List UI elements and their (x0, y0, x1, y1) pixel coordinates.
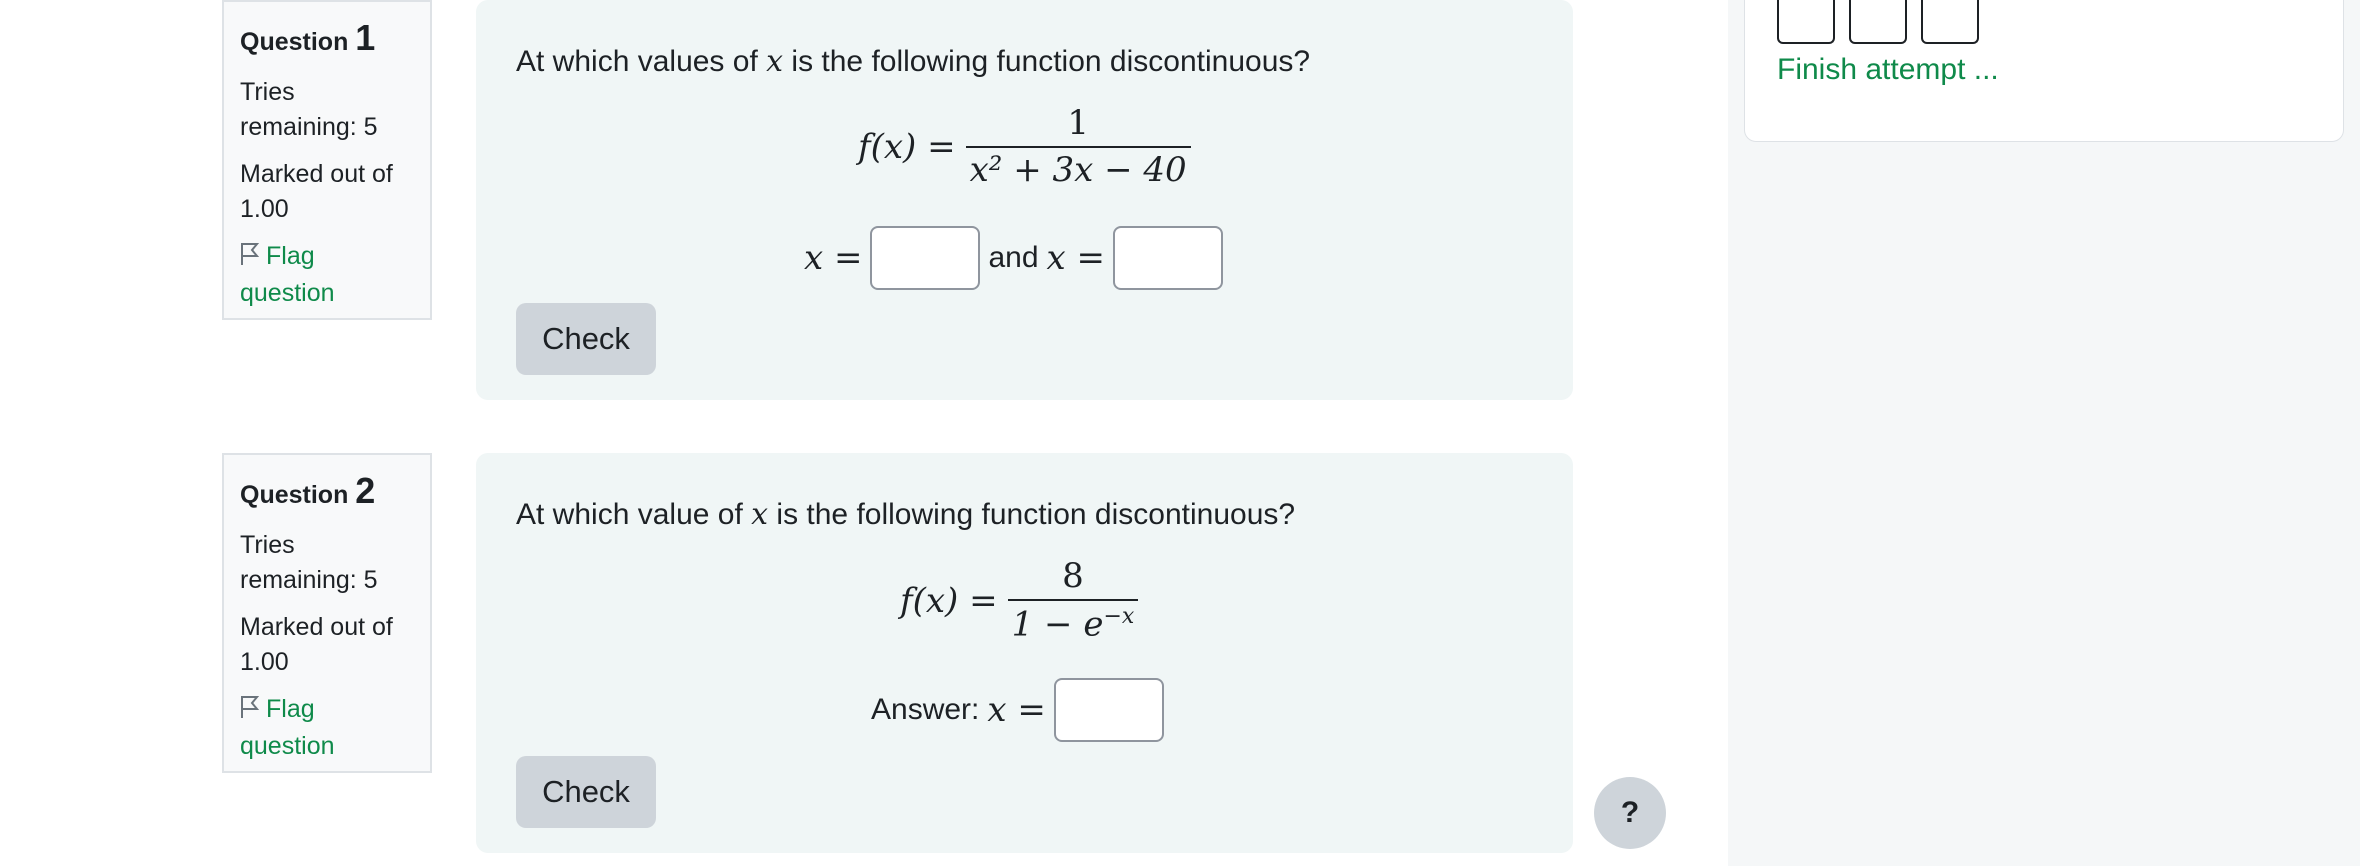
marked-out-of: Marked out of 1.00 (240, 160, 393, 224)
question-text-start: At which value of (516, 498, 743, 531)
finish-attempt-link[interactable]: Finish attempt ... (1777, 53, 1999, 87)
answer-input[interactable] (1053, 678, 1164, 742)
tries-remaining: Tries remaining: 5 (240, 78, 378, 142)
question-2-formula: f(x) = 8 1 − e−x (900, 556, 1139, 645)
question-2-text: At which value of x is the following fun… (516, 497, 1295, 532)
question-text-start: At which values of (516, 45, 758, 78)
answer-joiner: and (988, 241, 1039, 274)
answer-2-input[interactable] (1113, 226, 1224, 290)
question-text-end: is the following function discontinuous? (791, 45, 1311, 78)
question-2-title: Question 2 (240, 469, 414, 512)
check-button[interactable]: Check (516, 756, 656, 828)
answer-1-prefix: x = (804, 238, 863, 278)
formula-denominator: x² + 3x − 40 (965, 146, 1191, 189)
flag-icon (240, 694, 260, 729)
answer-label: Answer: (871, 693, 980, 726)
question-mark-icon: ? (1620, 796, 1640, 829)
answer-2-prefix: x = (1046, 238, 1106, 278)
formula-lhs: f(x) = (858, 127, 956, 168)
question-text-end: is the following function discontinuous? (776, 498, 1296, 531)
formula-numerator: 8 (1062, 556, 1084, 596)
tries-remaining: Tries remaining: 5 (240, 531, 378, 595)
question-label: Question (240, 481, 349, 509)
question-label: Question (240, 28, 349, 56)
formula-denominator: 1 − e−x (1007, 599, 1139, 645)
formula-lhs: f(x) = (900, 581, 998, 622)
formula-fraction: 8 1 − e−x (1007, 556, 1139, 645)
answer-1-input[interactable] (870, 226, 981, 290)
question-1-content: At which values of x is the following fu… (476, 0, 1573, 400)
question-nav-button[interactable] (1849, 0, 1907, 44)
main-region: Question 1 Tries remaining: 5 Marked out… (0, 0, 1728, 866)
question-2-answers: Answer: x = (871, 678, 1172, 742)
formula-denominator-exponent: −x (1103, 604, 1135, 630)
question-1-formula: f(x) = 1 x² + 3x − 40 (858, 103, 1191, 190)
question-text-variable: x (751, 497, 769, 532)
question-2-content: At which value of x is the following fun… (476, 453, 1573, 853)
marked-out-of: Marked out of 1.00 (240, 613, 393, 677)
question-2-info: Question 2 Tries remaining: 5 Marked out… (222, 453, 432, 773)
flag-question-link[interactable]: Flag question (240, 239, 414, 311)
question-number: 1 (355, 17, 376, 58)
question-text-variable: x (766, 44, 784, 79)
formula-numerator: 1 (1067, 103, 1089, 143)
flag-icon (240, 241, 260, 276)
question-1-answers: x = and x = (804, 226, 1231, 290)
answer-prefix: x = (987, 690, 1046, 730)
question-nav-button[interactable] (1921, 0, 1979, 44)
question-nav-button[interactable] (1777, 0, 1835, 44)
question-1-text: At which values of x is the following fu… (516, 44, 1310, 79)
help-button[interactable]: ? (1594, 777, 1666, 849)
question-number: 2 (355, 470, 376, 511)
formula-denominator-base: 1 − e (1011, 604, 1104, 645)
formula-fraction: 1 x² + 3x − 40 (965, 103, 1191, 190)
question-1-title: Question 1 (240, 16, 414, 59)
question-1-info: Question 1 Tries remaining: 5 Marked out… (222, 0, 432, 320)
check-button[interactable]: Check (516, 303, 656, 375)
flag-question-link[interactable]: Flag question (240, 692, 414, 764)
